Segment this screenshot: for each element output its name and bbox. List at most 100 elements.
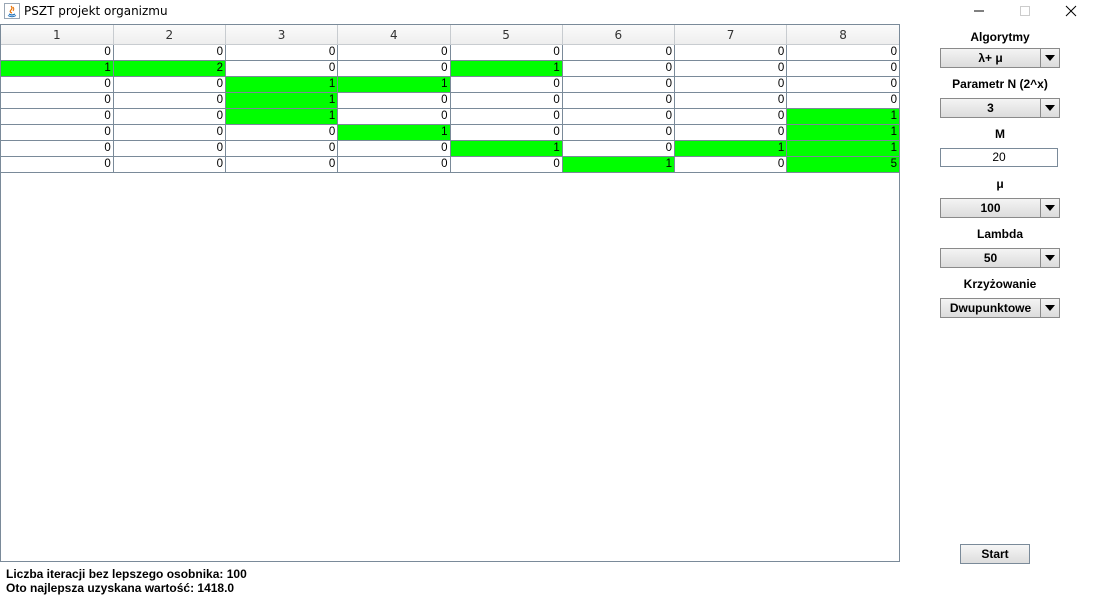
krzyzowanie-select[interactable]: Dwupunktowe [940,298,1060,318]
board-table-panel[interactable]: 1 2 3 4 5 6 7 8 000000001200100000110000… [0,24,900,562]
mu-label: μ [996,177,1004,191]
table-cell[interactable]: 1 [674,140,788,157]
table-cell[interactable]: 0 [113,44,227,61]
table-cell[interactable]: 0 [225,124,339,141]
table-row[interactable]: 00110000 [1,76,899,93]
chevron-down-icon[interactable] [1041,299,1059,317]
chevron-down-icon[interactable] [1041,99,1059,117]
column-header[interactable]: 7 [674,25,788,45]
column-header[interactable]: 3 [225,25,339,45]
table-row[interactable]: 00100000 [1,92,899,109]
close-button[interactable] [1048,0,1094,22]
table-cell[interactable]: 0 [562,140,676,157]
table-cell[interactable]: 0 [225,60,339,77]
table-cell[interactable]: 1 [225,76,339,93]
table-cell[interactable]: 0 [337,92,451,109]
board-table[interactable]: 1 2 3 4 5 6 7 8 000000001200100000110000… [1,25,899,173]
maximize-button[interactable] [1002,0,1048,22]
table-cell[interactable]: 0 [1,108,114,125]
table-row[interactable]: 00001011 [1,140,899,157]
chevron-down-icon[interactable] [1041,249,1059,267]
table-cell[interactable]: 0 [786,92,899,109]
table-cell[interactable]: 0 [674,156,788,173]
chevron-down-icon[interactable] [1041,199,1059,217]
table-cell[interactable]: 0 [562,124,676,141]
table-cell[interactable]: 0 [337,140,451,157]
table-cell[interactable]: 0 [225,44,339,61]
table-cell[interactable]: 0 [337,156,451,173]
table-cell[interactable]: 0 [674,108,788,125]
table-cell[interactable]: 0 [113,140,227,157]
column-header[interactable]: 2 [113,25,227,45]
table-cell[interactable]: 0 [1,44,114,61]
table-cell[interactable]: 1 [225,108,339,125]
table-cell[interactable]: 0 [337,44,451,61]
minimize-button[interactable] [956,0,1002,22]
parametr-n-label: Parametr N (2^x) [952,77,1048,91]
table-cell[interactable]: 0 [450,156,563,173]
table-cell[interactable]: 1 [786,140,899,157]
table-cell[interactable]: 0 [1,140,114,157]
table-cell[interactable]: 0 [786,76,899,93]
table-cell[interactable]: 0 [450,76,563,93]
table-cell[interactable]: 0 [450,92,563,109]
table-cell[interactable]: 0 [113,92,227,109]
table-cell[interactable]: 1 [786,124,899,141]
table-cell[interactable]: 0 [562,76,676,93]
table-cell[interactable]: 0 [113,156,227,173]
table-cell[interactable]: 0 [1,156,114,173]
table-cell[interactable]: 1 [1,60,114,77]
table-row[interactable]: 00000105 [1,156,899,173]
table-cell[interactable]: 0 [562,108,676,125]
column-header[interactable]: 4 [337,25,451,45]
table-cell[interactable]: 0 [113,124,227,141]
table-cell[interactable]: 0 [674,44,788,61]
table-cell[interactable]: 1 [225,92,339,109]
table-cell[interactable]: 1 [337,124,451,141]
iterations-status: Liczba iteracji bez lepszego osobnika: 1… [6,567,247,581]
table-cell[interactable]: 0 [337,60,451,77]
table-cell[interactable]: 0 [113,108,227,125]
table-cell[interactable]: 0 [674,124,788,141]
table-cell[interactable]: 0 [113,76,227,93]
table-cell[interactable]: 1 [450,60,563,77]
parametr-n-select[interactable]: 3 [940,98,1060,118]
start-button[interactable]: Start [960,544,1030,564]
table-cell[interactable]: 0 [450,44,563,61]
table-cell[interactable]: 0 [225,140,339,157]
table-cell[interactable]: 0 [562,60,676,77]
table-cell[interactable]: 0 [450,124,563,141]
table-cell[interactable]: 0 [674,76,788,93]
table-cell[interactable]: 0 [337,108,451,125]
table-cell[interactable]: 1 [450,140,563,157]
table-cell[interactable]: 0 [674,60,788,77]
column-header[interactable]: 6 [562,25,676,45]
table-row[interactable]: 00010001 [1,124,899,141]
column-header[interactable]: 8 [786,25,899,45]
table-row[interactable]: 00100001 [1,108,899,125]
table-row[interactable]: 00000000 [1,44,899,61]
column-header[interactable]: 5 [450,25,563,45]
lambda-select[interactable]: 50 [940,248,1060,268]
table-cell[interactable]: 2 [113,60,227,77]
table-cell[interactable]: 0 [562,44,676,61]
table-cell[interactable]: 0 [225,156,339,173]
table-cell[interactable]: 0 [786,60,899,77]
table-cell[interactable]: 0 [1,76,114,93]
chevron-down-icon[interactable] [1041,49,1059,67]
m-input[interactable]: 20 [940,148,1058,167]
column-header[interactable]: 1 [1,25,114,45]
table-cell[interactable]: 1 [337,76,451,93]
table-cell[interactable]: 0 [562,92,676,109]
mu-select[interactable]: 100 [940,198,1060,218]
table-cell[interactable]: 1 [786,108,899,125]
table-cell[interactable]: 0 [1,92,114,109]
table-cell[interactable]: 0 [1,124,114,141]
table-row[interactable]: 12001000 [1,60,899,77]
table-cell[interactable]: 0 [450,108,563,125]
algorytmy-select[interactable]: λ+ μ [940,48,1060,68]
table-cell[interactable]: 1 [562,156,676,173]
table-cell[interactable]: 5 [786,156,899,173]
table-cell[interactable]: 0 [674,92,788,109]
table-cell[interactable]: 0 [786,44,899,61]
